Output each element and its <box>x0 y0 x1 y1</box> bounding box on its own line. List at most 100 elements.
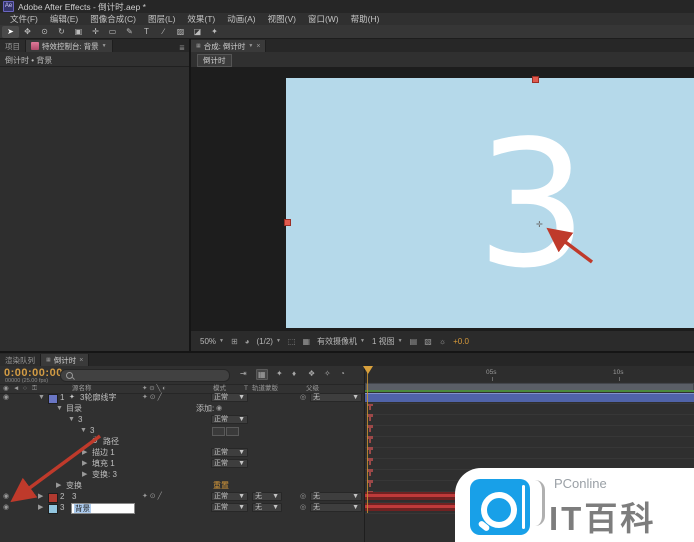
group-name[interactable]: 目录 <box>66 405 82 413</box>
puppet-tool-icon[interactable]: ✦ <box>206 26 223 38</box>
comp-viewer[interactable]: 3 ✛ <box>191 67 694 330</box>
close-icon[interactable]: × <box>256 43 260 50</box>
menu-effect[interactable]: 效果(T) <box>181 13 221 25</box>
stroke-row[interactable]: ▶ 描边 1 正常 ▼ <box>0 447 364 458</box>
stopwatch-icon[interactable]: Ö <box>92 438 97 446</box>
group-blend-mode-select[interactable]: 正常 ▼ <box>211 415 248 424</box>
expand-icon[interactable]: ▶ <box>82 449 87 457</box>
blend-mode-select[interactable]: 正常 ▼ <box>211 393 248 402</box>
blend-mode-select[interactable]: 正常 ▼ <box>211 503 248 512</box>
selection-tool-icon[interactable]: ➤ <box>2 26 19 38</box>
eye-icon[interactable]: ◉ <box>3 394 9 402</box>
motion-blur-icon[interactable]: ♦ <box>292 369 296 378</box>
search-input[interactable] <box>60 369 230 382</box>
item-name[interactable]: 描边 1 <box>92 449 115 457</box>
fill-blend-mode-select[interactable]: 正常 ▼ <box>211 459 248 468</box>
menu-layer[interactable]: 图层(L) <box>142 13 181 25</box>
tab-effect-controls[interactable]: 特效控制台: 背景 ▼ <box>26 40 113 52</box>
group-switch-box[interactable] <box>226 427 239 436</box>
layer-color-swatch[interactable] <box>48 394 58 404</box>
shape-tool-icon[interactable]: ▭ <box>104 26 121 38</box>
pan-behind-tool-icon[interactable]: ✛ <box>87 26 104 38</box>
exposure-value[interactable]: +0.0 <box>453 337 469 346</box>
layer-color-swatch[interactable] <box>48 493 58 503</box>
expand-icon[interactable]: ▶ <box>82 471 87 479</box>
parent-pickwhip-icon[interactable]: ◎ <box>300 394 306 402</box>
parent-pickwhip-icon[interactable]: ◎ <box>300 493 306 501</box>
expand-icon[interactable]: ▶ <box>56 482 61 490</box>
layer-row-2[interactable]: ◉ ▶ 2 3 ✦ ⊙ ╱ 正常 ▼ 无 ▼ ◎ <box>0 491 364 502</box>
comp-nav-button[interactable]: 倒计时 <box>197 54 232 67</box>
blend-mode-select[interactable]: 正常 ▼ <box>211 492 248 501</box>
rotation-tool-icon[interactable]: ↻ <box>53 26 70 38</box>
hand-tool-icon[interactable]: ✥ <box>19 26 36 38</box>
menu-animation[interactable]: 动画(A) <box>221 13 261 25</box>
tab-render-queue[interactable]: 渲染队列 <box>0 354 41 366</box>
layer-name[interactable]: 3轮廓线字 <box>80 394 116 402</box>
frame-blend-icon[interactable]: ✦ <box>276 369 283 378</box>
group-name[interactable]: 3 <box>90 427 94 435</box>
time-ruler[interactable]: 05s 10s <box>365 366 694 383</box>
item-name[interactable]: 变换 <box>66 482 82 490</box>
menu-file[interactable]: 文件(F) <box>4 13 44 25</box>
menu-help[interactable]: 帮助(H) <box>345 13 386 25</box>
work-area[interactable] <box>365 382 694 392</box>
current-time-indicator-handle[interactable] <box>363 366 373 374</box>
chevron-down-icon[interactable]: ▼ <box>102 43 107 49</box>
menu-view[interactable]: 视图(V) <box>262 13 302 25</box>
stroke-blend-mode-select[interactable]: 正常 ▼ <box>211 448 248 457</box>
item-name[interactable]: 变换: 3 <box>92 471 117 479</box>
eye-icon[interactable]: ◉ <box>3 493 9 501</box>
expand-icon[interactable]: ▼ <box>80 427 87 435</box>
close-icon[interactable]: × <box>79 357 83 364</box>
tab-project[interactable]: 项目 <box>0 40 26 52</box>
clone-stamp-tool-icon[interactable]: ▨ <box>172 26 189 38</box>
chevron-down-icon[interactable]: ▼ <box>248 43 253 49</box>
in-out-panel-icon[interactable]: ⇥ <box>240 369 247 378</box>
expand-icon[interactable]: ▶ <box>38 504 43 512</box>
layer-color-swatch[interactable] <box>48 504 58 514</box>
layer-switches-icons[interactable]: ✦ ⊙ ╱ <box>142 394 162 402</box>
fast-preview-icon[interactable]: ▧ <box>424 337 432 346</box>
menu-edit[interactable]: 编辑(E) <box>44 13 84 25</box>
expand-icon[interactable]: ▶ <box>38 493 43 501</box>
zoom-tool-icon[interactable]: ⊙ <box>36 26 53 38</box>
eraser-tool-icon[interactable]: ◪ <box>189 26 206 38</box>
resolution-select[interactable]: (1/2) ▼ <box>257 337 281 346</box>
group-switch-box[interactable] <box>212 427 225 436</box>
brush-tool-icon[interactable]: ∕ <box>155 26 172 38</box>
add-icon[interactable]: ◉ <box>216 405 222 413</box>
comp-canvas[interactable]: 3 ✛ <box>286 78 694 328</box>
type-tool-icon[interactable]: T <box>138 26 155 38</box>
brainstorm-icon[interactable]: ❖ <box>308 369 315 378</box>
region-of-interest-icon[interactable]: ⬚ <box>288 337 296 346</box>
parent-pickwhip-icon[interactable]: ◎ <box>300 504 306 512</box>
item-name[interactable]: 填充 1 <box>92 460 115 468</box>
expand-icon[interactable]: ▼ <box>56 405 63 413</box>
layer-name[interactable]: 3 <box>72 493 76 501</box>
layer-switches-icons[interactable]: ✦ ⊙ ╱ <box>142 493 162 501</box>
current-time-indicator-line[interactable] <box>367 366 368 513</box>
anchor-point-icon[interactable]: ✛ <box>536 220 543 229</box>
magnification-select[interactable]: 50% ▼ <box>200 337 224 346</box>
channels-icon[interactable]: ◕ <box>245 337 250 346</box>
trkmat-select[interactable]: 无 ▼ <box>252 503 282 512</box>
group-name[interactable]: 3 <box>78 416 82 424</box>
shy-toggle-icon[interactable]: ▦ <box>256 369 268 380</box>
parent-select[interactable]: 无 ▼ <box>310 492 362 501</box>
menu-window[interactable]: 窗口(W) <box>302 13 345 25</box>
layer-row-3[interactable]: ◉ ▶ 3 背景 正常 ▼ 无 ▼ ◎ <box>0 502 364 513</box>
grid-guides-icon[interactable]: ⊞ <box>231 337 238 346</box>
camera-select[interactable]: 有效摄像机 ▼ <box>317 336 365 347</box>
tab-timeline-comp[interactable]: ▦ 倒计时 × <box>41 354 89 366</box>
group-transform-row[interactable]: ▶ 变换: 3 <box>0 469 364 480</box>
trkmat-select[interactable]: 无 ▼ <box>252 492 282 501</box>
expand-icon[interactable]: ▼ <box>68 416 75 424</box>
contents-group-row[interactable]: ▼ 目录 添加: ◉ <box>0 403 364 414</box>
layer-name-edit-field[interactable]: 背景 <box>71 503 135 514</box>
expand-icon[interactable]: ▼ <box>38 394 45 402</box>
camera-tool-icon[interactable]: ▣ <box>70 26 87 38</box>
shape-group-row-3-inner[interactable]: ▼ 3 <box>0 425 364 436</box>
reset-button[interactable]: 重置 <box>213 482 229 490</box>
exposure-icon[interactable]: ☼ <box>439 337 446 346</box>
